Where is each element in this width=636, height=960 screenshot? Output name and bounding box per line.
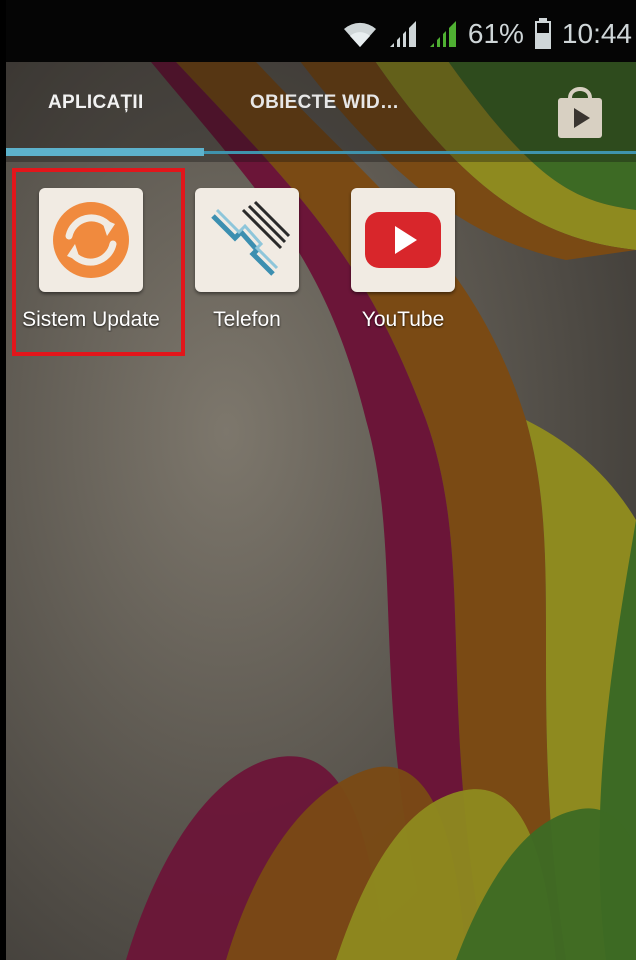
signal-icon <box>389 21 416 47</box>
status-icons: 61% 10:44 <box>342 14 636 54</box>
home-screen: 61% 10:44 APLICAȚII OBIECTE WID… Sistem … <box>6 0 636 960</box>
app-drawer-tabs: APLICAȚII OBIECTE WID… <box>6 62 636 162</box>
selection-highlight <box>12 168 185 356</box>
status-bar: 61% 10:44 <box>6 0 636 62</box>
youtube-icon <box>351 188 455 292</box>
signal-icon <box>429 21 456 47</box>
app-label: Telefon <box>213 308 281 331</box>
wifi-icon <box>343 22 376 47</box>
battery-icon <box>534 18 551 49</box>
battery-percent: 61% <box>467 18 524 49</box>
tab-widgets[interactable]: OBIECTE WID… <box>250 92 399 114</box>
app-telefon[interactable]: Telefon <box>172 188 322 332</box>
tab-apps[interactable]: APLICAȚII <box>48 92 144 114</box>
clock: 10:44 <box>561 18 632 49</box>
app-youtube[interactable]: YouTube <box>328 188 478 332</box>
tab-active-indicator <box>6 148 204 156</box>
play-store-icon[interactable] <box>552 82 608 142</box>
app-label: YouTube <box>361 308 445 331</box>
phone-icon <box>195 188 299 292</box>
